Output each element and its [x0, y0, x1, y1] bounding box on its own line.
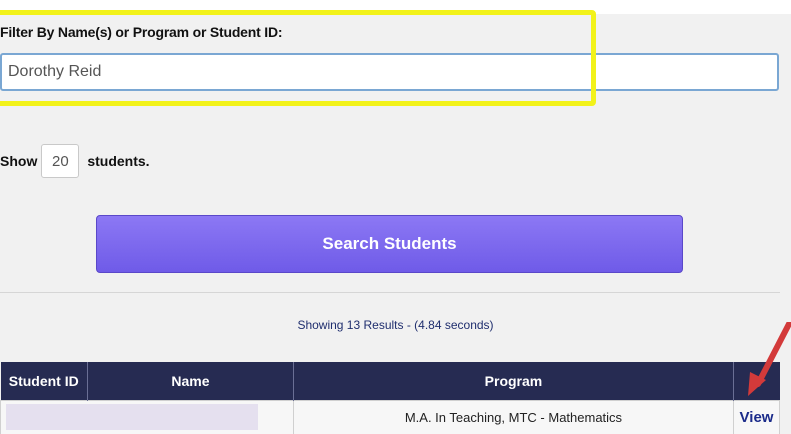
header-program: Program [293, 362, 735, 400]
filter-label: Filter By Name(s) or Program or Student … [0, 24, 283, 40]
results-table: Student ID Name Program M.A. In Teaching… [0, 362, 780, 434]
action-cell: View [733, 399, 780, 434]
show-count-row: Show students. [0, 144, 150, 178]
table-header-row: Student ID Name Program [0, 362, 780, 400]
redacted-cell [0, 399, 294, 434]
program-cell: M.A. In Teaching, MTC - Mathematics [292, 399, 735, 434]
divider [0, 292, 780, 293]
header-action [733, 362, 780, 400]
show-prefix: Show [0, 153, 38, 169]
filter-input[interactable] [0, 53, 779, 91]
header-name: Name [87, 362, 294, 400]
search-students-button[interactable]: Search Students [96, 215, 683, 273]
results-summary: Showing 13 Results - (4.84 seconds) [297, 318, 494, 332]
table-row: M.A. In Teaching, MTC - Mathematics View [0, 399, 780, 434]
show-suffix: students. [87, 153, 150, 169]
redacted-block [6, 404, 258, 430]
header-student-id: Student ID [0, 362, 88, 400]
view-link[interactable]: View [740, 409, 774, 426]
top-strip [0, 0, 791, 14]
show-count-input[interactable] [41, 144, 80, 178]
